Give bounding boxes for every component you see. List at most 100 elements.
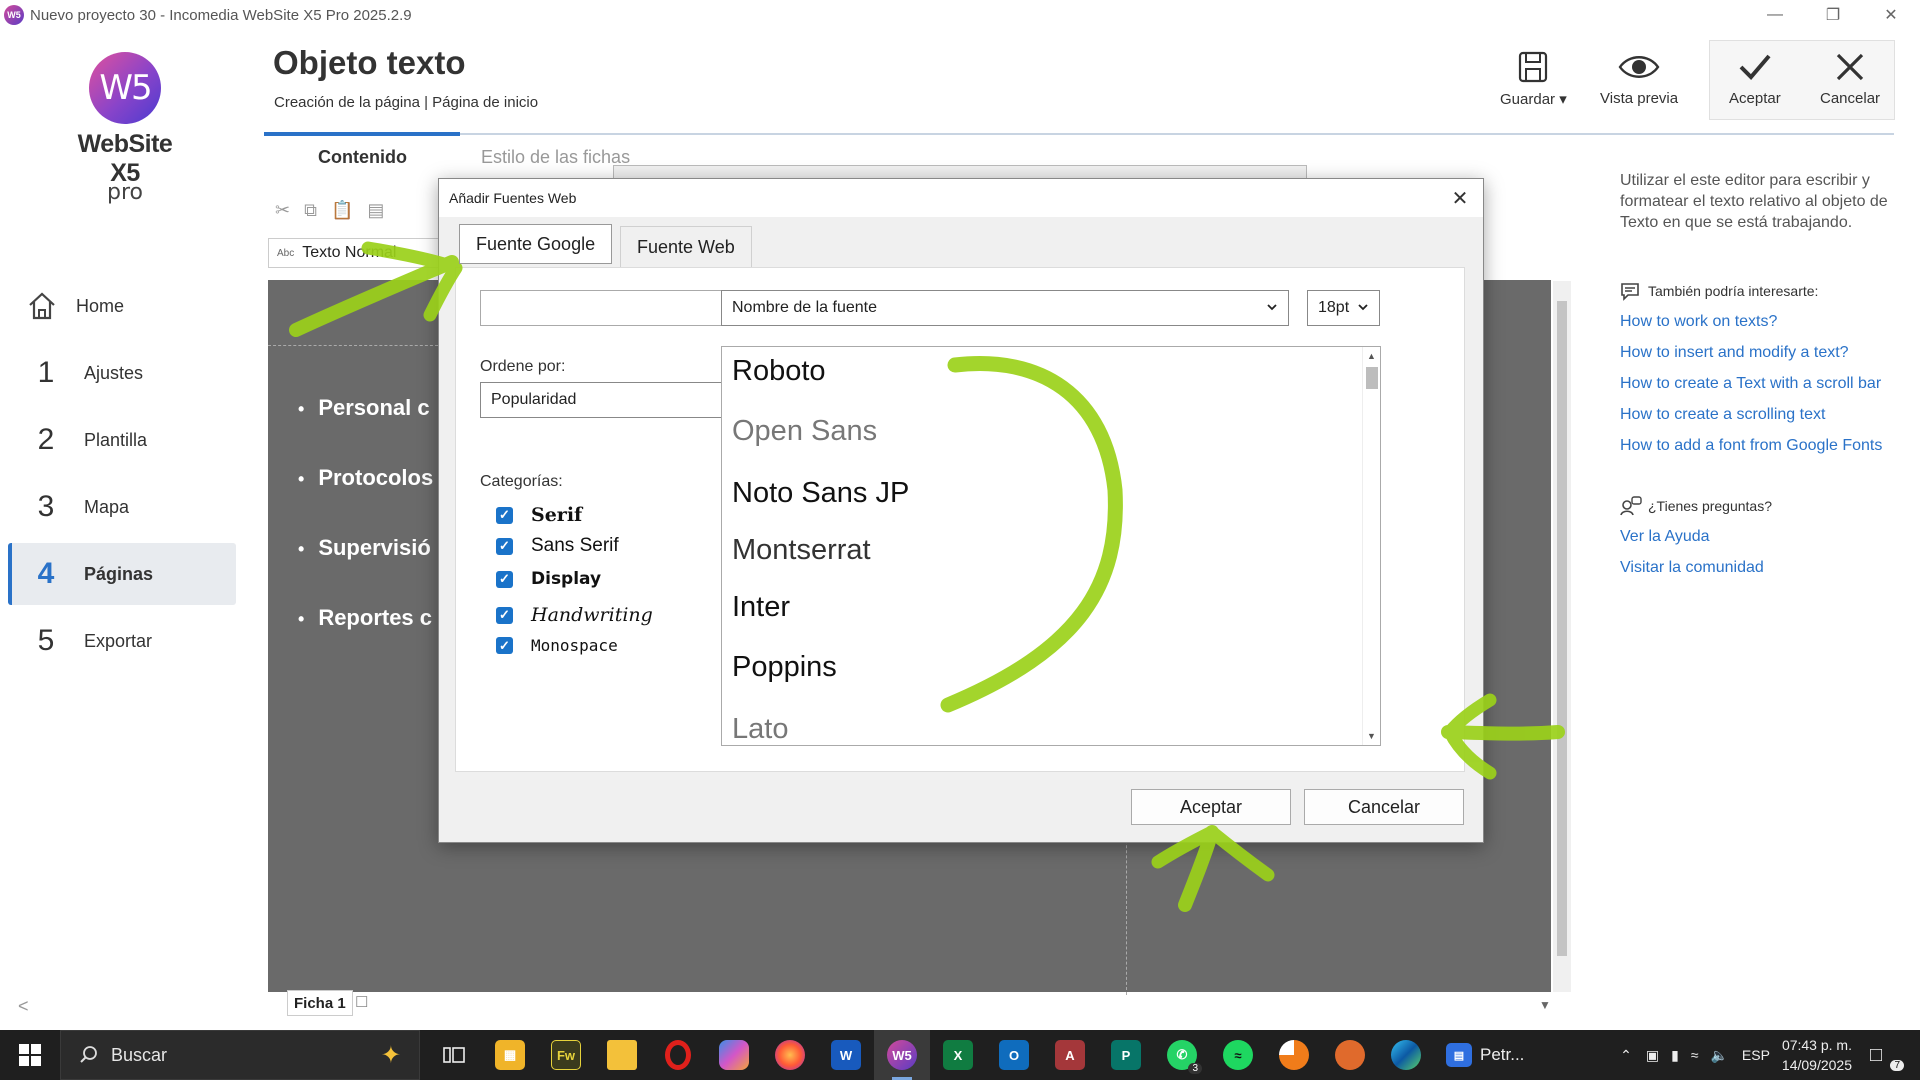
font-name-select[interactable]: Nombre de la fuente (721, 290, 1289, 326)
help-link[interactable]: How to work on texts? (1620, 311, 1890, 332)
main-nav: Home 1 Ajustes 2 Plantilla 3 Mapa 4 Pági… (8, 275, 236, 677)
excel-icon[interactable]: X (930, 1030, 986, 1080)
tab-estilo-fichas[interactable]: Estilo de las fichas (481, 147, 630, 168)
help-link[interactable]: How to create a scrolling text (1620, 404, 1890, 425)
font-size-select[interactable]: 18pt (1307, 290, 1380, 326)
outlook-icon[interactable]: O (986, 1030, 1042, 1080)
font-option[interactable]: Open Sans (732, 415, 877, 448)
help-guide-link[interactable]: Ver la Ayuda (1620, 526, 1890, 547)
checkbox[interactable]: ✓ (496, 537, 513, 555)
firefox-icon[interactable] (762, 1030, 818, 1080)
cut-icon[interactable]: ✂ (275, 200, 290, 221)
category-label: Display (531, 569, 602, 589)
paste-icon[interactable]: 📋 (331, 200, 353, 221)
start-button[interactable] (0, 1030, 60, 1080)
questions-heading: ¿Tienes preguntas? (1620, 496, 1890, 516)
nav-item-exportar[interactable]: 5 Exportar (8, 610, 236, 672)
device-icon[interactable]: ▣ (1646, 1047, 1659, 1064)
font-option[interactable]: Noto Sans JP (732, 477, 909, 510)
opera-icon[interactable] (650, 1030, 706, 1080)
tray-overflow-icon[interactable]: ⌃ (1620, 1047, 1632, 1064)
font-option[interactable]: Roboto (732, 355, 826, 388)
copilot-icon[interactable] (706, 1030, 762, 1080)
order-select[interactable]: Popularidad (480, 382, 761, 418)
paste-text-icon[interactable]: ▤ (367, 200, 384, 221)
website-x5-icon[interactable]: W5 (874, 1030, 930, 1080)
font-option[interactable]: Poppins (732, 651, 837, 684)
access-icon[interactable]: A (1042, 1030, 1098, 1080)
scrollbar-thumb[interactable] (1366, 367, 1378, 389)
help-link[interactable]: How to insert and modify a text? (1620, 342, 1890, 363)
save-button[interactable]: Guardar ▾ (1500, 50, 1567, 108)
help-link[interactable]: How to create a Text with a scroll bar (1620, 373, 1890, 394)
tab-web-font[interactable]: Fuente Web (620, 226, 752, 268)
collapse-nav-button[interactable]: < (18, 996, 29, 1017)
nav-item-home[interactable]: Home (8, 275, 236, 337)
checkbox[interactable]: ✓ (496, 637, 513, 654)
font-option[interactable]: Lato (732, 713, 788, 745)
paragraph-style-select[interactable]: Abc Texto Normal (268, 238, 443, 268)
checkbox[interactable]: ✓ (496, 506, 513, 524)
font-search-input[interactable] (480, 290, 727, 326)
editor-scrollbar[interactable] (1553, 281, 1571, 992)
font-option[interactable]: Inter (732, 591, 790, 624)
minimize-icon[interactable]: — (1746, 0, 1804, 30)
clock[interactable]: 07:43 p. m. 14/09/2025 (1782, 1035, 1852, 1075)
restore-icon[interactable]: ❐ (1804, 0, 1862, 30)
scroll-down-icon[interactable]: ▼ (1367, 731, 1376, 741)
chevron-down-icon (1267, 304, 1277, 311)
taskbar-search[interactable]: Buscar ✦ (60, 1030, 420, 1080)
scroll-up-icon[interactable]: ▲ (1367, 351, 1376, 361)
close-icon[interactable]: ✕ (1445, 183, 1475, 213)
language-indicator[interactable]: ESP (1742, 1047, 1770, 1063)
whatsapp-icon[interactable]: ✆ 3 (1154, 1030, 1210, 1080)
cancel-button[interactable]: Cancelar (1820, 50, 1880, 107)
spotify-icon[interactable]: ≈ (1210, 1030, 1266, 1080)
volume-icon[interactable]: 🔈 (1710, 1047, 1727, 1064)
wifi-icon[interactable]: ≈ (1691, 1047, 1699, 1063)
font-list-scrollbar[interactable]: ▲ ▼ (1362, 347, 1380, 745)
category-monospace[interactable]: ✓ Monospace (496, 636, 618, 655)
battery-icon[interactable]: ▮ (1671, 1047, 1679, 1064)
dialog-accept-button[interactable]: Aceptar (1131, 789, 1291, 825)
dialog-cancel-button[interactable]: Cancelar (1304, 789, 1464, 825)
style-value: Texto Normal (302, 244, 397, 261)
category-display[interactable]: ✓ Display (496, 569, 601, 589)
nav-item-paginas[interactable]: 4 Páginas (8, 543, 236, 605)
taskbar-window-petr[interactable]: ▤ Petr... (1434, 1030, 1544, 1080)
tab-google-font[interactable]: Fuente Google (459, 224, 613, 264)
tab-contenido[interactable]: Contenido (318, 147, 407, 168)
nav-item-mapa[interactable]: 3 Mapa (8, 476, 236, 538)
store-icon[interactable]: ▦ (482, 1030, 538, 1080)
font-option[interactable]: Montserrat (732, 534, 871, 567)
sheet-tab[interactable]: Ficha 1 (287, 990, 353, 1016)
edge-icon[interactable] (1378, 1030, 1434, 1080)
file-explorer-icon[interactable] (594, 1030, 650, 1080)
help-link[interactable]: How to add a font from Google Fonts (1620, 435, 1890, 456)
scrollbar-thumb[interactable] (1557, 301, 1567, 956)
close-icon[interactable]: ✕ (1862, 0, 1920, 30)
orange-app-icon[interactable] (1322, 1030, 1378, 1080)
copy-icon[interactable]: ⧉ (304, 200, 317, 221)
notifications-icon[interactable]: □ 7 (1870, 1044, 1910, 1071)
timer-app-icon[interactable] (1266, 1030, 1322, 1080)
category-serif[interactable]: ✓ Serif (496, 504, 582, 526)
nav-item-ajustes[interactable]: 1 Ajustes (8, 342, 236, 404)
community-link[interactable]: Visitar la comunidad (1620, 557, 1890, 578)
search-icon (80, 1046, 97, 1063)
category-handwriting[interactable]: ✓ Handwriting (496, 604, 653, 626)
eye-icon (1618, 56, 1660, 78)
add-sheet-icon[interactable]: ☐ (355, 993, 368, 1011)
task-view-icon[interactable] (426, 1030, 482, 1080)
font-list[interactable]: Roboto Open Sans Noto Sans JP Montserrat… (721, 346, 1381, 746)
category-sans-serif[interactable]: ✓ Sans Serif (496, 535, 619, 557)
preview-button[interactable]: Vista previa (1600, 50, 1678, 107)
accept-button[interactable]: Aceptar (1729, 50, 1781, 107)
checkbox[interactable]: ✓ (496, 570, 513, 588)
word-icon[interactable]: W (818, 1030, 874, 1080)
checkbox[interactable]: ✓ (496, 606, 513, 624)
publisher-icon[interactable]: P (1098, 1030, 1154, 1080)
nav-item-plantilla[interactable]: 2 Plantilla (8, 409, 236, 471)
scroll-down-icon[interactable]: ▼ (1539, 998, 1551, 1012)
fireworks-icon[interactable]: Fw (538, 1030, 594, 1080)
